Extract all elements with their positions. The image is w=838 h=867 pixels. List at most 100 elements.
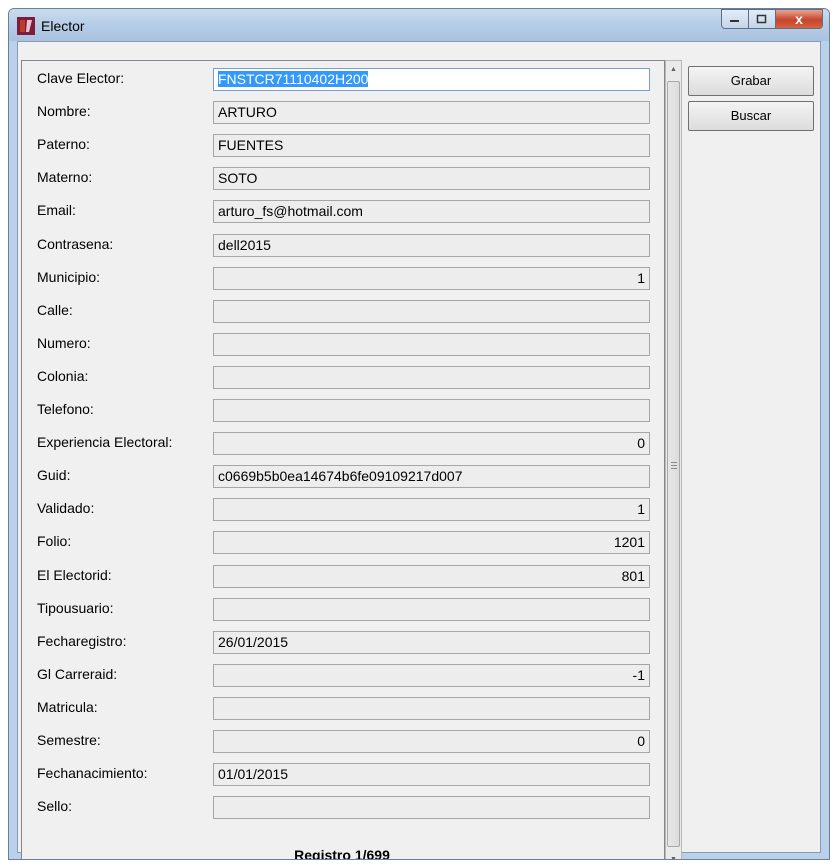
form-row: Calle:: [22, 298, 662, 324]
form-row: Colonia:: [22, 364, 662, 390]
field-input[interactable]: -1: [213, 663, 650, 687]
form-row: Gl Carreraid: -1: [22, 662, 662, 688]
maximize-icon: [756, 14, 767, 24]
field-input[interactable]: [213, 332, 650, 356]
field-label: Guid:: [37, 467, 71, 484]
field-label: Municipio:: [37, 268, 101, 285]
record-form: Clave Elector: FNSTCR71110402H200 Nombre: A…: [21, 60, 665, 860]
field-label: Matricula:: [37, 698, 98, 715]
field-label: Gl Carreraid:: [37, 665, 118, 682]
form-row: Telefono:: [22, 397, 662, 423]
form-row: Folio: 1201: [22, 529, 662, 555]
field-label: Semestre:: [37, 732, 101, 748]
field-input[interactable]: [213, 399, 650, 422]
field-value: arturo_fs@hotmail.com: [218, 203, 363, 220]
field-label: Fecharegistro:: [37, 632, 127, 649]
scroll-down-arrow-icon[interactable]: ▼: [666, 851, 681, 859]
field-input[interactable]: FNSTCR71110402H200: [213, 68, 650, 91]
close-icon: x: [795, 11, 803, 27]
record-counter: Registro 1/699: [294, 847, 390, 860]
vertical-scrollbar[interactable]: ▲ ▼: [665, 60, 682, 859]
field-value: ARTURO: [218, 104, 277, 121]
field-label: Clave Elector:: [37, 70, 125, 86]
form-row: Tipousuario:: [22, 596, 662, 622]
field-label: Materno:: [37, 169, 93, 186]
field-label: Calle:: [37, 301, 73, 318]
minimize-icon: [730, 20, 739, 22]
field-input[interactable]: 1: [213, 498, 650, 522]
field-input[interactable]: [213, 365, 650, 389]
field-label: Colonia:: [37, 367, 89, 384]
field-input[interactable]: [213, 597, 650, 621]
form-row: Validado: 1: [22, 496, 662, 522]
close-button[interactable]: x: [776, 9, 823, 29]
field-value: FNSTCR71110402H200: [218, 71, 369, 87]
form-row: Fecharegistro: 26/01/2015: [22, 629, 662, 655]
field-input[interactable]: 0: [213, 730, 650, 753]
form-row: Materno: SOTO: [22, 165, 662, 191]
field-label: Contrasena:: [37, 235, 114, 252]
field-input[interactable]: 26/01/2015: [213, 630, 650, 654]
title-bar[interactable]: Elector x: [9, 9, 829, 41]
form-row: Experiencia Electoral: 0: [22, 430, 662, 456]
field-label: Paterno:: [37, 136, 90, 153]
elector-window: Elector x Clave Elector: FNSTCR71110402H2…: [8, 8, 830, 860]
save-button[interactable]: Grabar: [688, 66, 814, 96]
field-input[interactable]: SOTO: [213, 167, 650, 191]
form-row: Clave Elector: FNSTCR71110402H200: [22, 66, 662, 92]
field-label: Experiencia Electoral:: [37, 434, 173, 451]
form-row: Contrasena: dell2015: [22, 232, 662, 258]
field-input[interactable]: c0669b5b0ea14674b6fe09109217d007: [213, 465, 650, 489]
field-input[interactable]: [213, 299, 650, 323]
field-input[interactable]: 1201: [213, 531, 650, 555]
field-label: Tipousuario:: [37, 599, 114, 616]
field-value: 1: [637, 269, 645, 286]
form-row: Municipio: 1: [22, 265, 662, 291]
minimize-button[interactable]: [721, 9, 749, 29]
field-input[interactable]: arturo_fs@hotmail.com: [213, 200, 650, 224]
field-value: 26/01/2015: [218, 633, 289, 650]
field-input[interactable]: 01/01/2015: [213, 763, 650, 787]
form-row: Numero:: [22, 331, 662, 357]
field-value: 1: [637, 501, 645, 518]
field-label: Telefono:: [37, 401, 94, 417]
field-input[interactable]: 1: [213, 266, 650, 290]
app-icon: [17, 17, 35, 35]
field-value: -1: [632, 666, 645, 683]
field-input[interactable]: ARTURO: [213, 101, 650, 125]
field-label: Email:: [37, 202, 76, 219]
field-label: El Electorid:: [37, 566, 112, 583]
field-input[interactable]: dell2015: [213, 233, 650, 257]
scroll-up-arrow-icon[interactable]: ▲: [666, 61, 681, 78]
client-area: Clave Elector: FNSTCR71110402H200 Nombre: A…: [17, 41, 821, 859]
scroll-thumb[interactable]: [667, 81, 680, 847]
form-row: El Electorid: 801: [22, 563, 662, 589]
form-row: Semestre: 0: [22, 728, 662, 754]
field-input[interactable]: [213, 696, 650, 720]
field-value: 1201: [613, 534, 645, 551]
form-row: Nombre: ARTURO: [22, 99, 662, 125]
field-label: Fechanacimiento:: [37, 765, 148, 782]
field-value: dell2015: [218, 236, 271, 253]
field-value: c0669b5b0ea14674b6fe09109217d007: [218, 468, 463, 485]
field-value: 0: [637, 435, 645, 452]
field-input[interactable]: 0: [213, 432, 650, 456]
field-input[interactable]: FUENTES: [213, 134, 650, 158]
form-row: Fechanacimiento: 01/01/2015: [22, 761, 662, 787]
field-value: SOTO: [218, 170, 258, 187]
search-button[interactable]: Buscar: [688, 101, 814, 131]
field-value: 01/01/2015: [218, 766, 289, 783]
field-label: Sello:: [37, 798, 73, 815]
form-row: Matricula:: [22, 695, 662, 721]
window-title: Elector: [41, 18, 85, 34]
form-row: Paterno: FUENTES: [22, 132, 662, 158]
field-label: Folio:: [37, 533, 72, 550]
field-input[interactable]: [213, 796, 650, 820]
maximize-button[interactable]: [749, 9, 776, 29]
field-input[interactable]: 801: [213, 564, 650, 588]
field-label: Validado:: [37, 500, 95, 517]
form-row: Guid: c0669b5b0ea14674b6fe09109217d007: [22, 463, 662, 489]
field-value: 801: [621, 567, 645, 584]
form-row: Sello:: [22, 794, 662, 820]
field-label: Numero:: [37, 334, 91, 351]
